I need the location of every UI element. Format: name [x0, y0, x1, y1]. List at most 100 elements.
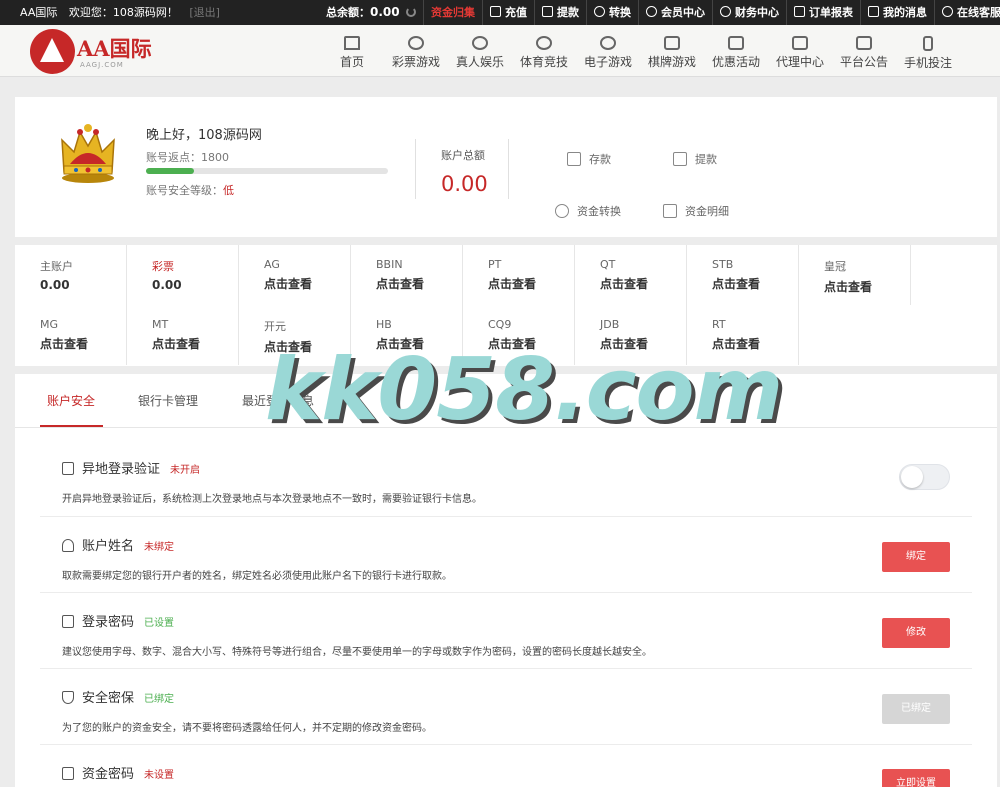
- security-item-title: 账户姓名 未绑定: [62, 535, 174, 554]
- user-icon: [62, 539, 74, 552]
- lock-icon: [62, 615, 74, 628]
- welcome-text: 欢迎您：108源码网！: [68, 6, 178, 19]
- nav-label: 彩票游戏: [391, 55, 440, 69]
- top-menu-finance[interactable]: 财务中心: [712, 0, 786, 25]
- change-password-button[interactable]: 修改: [882, 618, 950, 648]
- top-menu-transfer[interactable]: 转换: [586, 0, 638, 25]
- main-nav: 首页 彩票游戏 真人娱乐 体育竞技 电子游戏 棋牌游戏 优惠活动 代理中心 平台…: [320, 25, 960, 77]
- set-fund-password-button[interactable]: 立即设置: [882, 769, 950, 787]
- chat-icon: [942, 6, 953, 17]
- wallet-grid: 主账户 0.00 彩票 0.00 AG 点击查看 BBIN 点击查看 PT 点击查看 QT 点击查看 S…: [15, 245, 997, 366]
- remote-login-toggle[interactable]: [899, 464, 950, 490]
- wallet-cell[interactable]: 开元 点击查看: [239, 305, 351, 365]
- security-item-title: 异地登录验证 未开启: [62, 458, 200, 477]
- top-menu-support[interactable]: 在线客服: [934, 0, 1000, 25]
- top-menu-label: 会员中心: [661, 6, 705, 19]
- wallet-name: PT: [488, 258, 502, 271]
- action-label: 资金转换: [577, 205, 621, 218]
- nav-lottery[interactable]: 彩票游戏: [384, 25, 448, 77]
- security-item-desc: 为了您的账户的资金安全，请不要将密码透露给任何人，并不定期的修改资金密码。: [62, 723, 432, 734]
- wallet-value[interactable]: 点击查看: [376, 275, 462, 292]
- wallet-cell[interactable]: AG 点击查看: [239, 245, 351, 305]
- deposit-icon: [490, 6, 501, 17]
- wallet-cell[interactable]: STB 点击查看: [687, 245, 799, 305]
- wallet-cell[interactable]: PT 点击查看: [463, 245, 575, 305]
- balance-value: 0.00: [370, 5, 400, 19]
- top-menu-orders[interactable]: 订单报表: [786, 0, 860, 25]
- wallet-cell[interactable]: CQ9 点击查看: [463, 305, 575, 365]
- security-level-label: 账号安全等级：: [146, 184, 223, 197]
- wallet-cell[interactable]: QT 点击查看: [575, 245, 687, 305]
- top-menu: 资金归集 充值 提款 转换 会员中心 财务中心 订单报表 我的消息 在线客服: [423, 0, 1000, 25]
- top-menu-label: 转换: [609, 6, 631, 19]
- wallet-value[interactable]: 点击查看: [712, 275, 798, 292]
- nav-home[interactable]: 首页: [320, 25, 384, 77]
- nav-sports[interactable]: 体育竞技: [512, 25, 576, 77]
- tab-account-security[interactable]: 账户安全: [47, 392, 95, 409]
- wallet-cell[interactable]: HB 点击查看: [351, 305, 463, 365]
- top-menu-label: 在线客服: [957, 6, 1000, 19]
- wallet-name: MT: [152, 318, 169, 331]
- top-menu-member[interactable]: 会员中心: [638, 0, 712, 25]
- logo-text[interactable]: AA国际: [77, 33, 152, 63]
- wallet-value[interactable]: 点击查看: [264, 338, 350, 355]
- wallet-cell[interactable]: 主账户 0.00: [15, 245, 127, 305]
- wallet-value[interactable]: 点击查看: [488, 275, 574, 292]
- divider: [508, 139, 509, 199]
- wallet-value[interactable]: 点击查看: [40, 335, 126, 352]
- tab-bank-cards[interactable]: 银行卡管理: [138, 392, 198, 409]
- statement-action[interactable]: 资金明细: [663, 203, 729, 219]
- wallet-value[interactable]: 点击查看: [264, 275, 350, 292]
- status-badge: 已绑定: [144, 694, 175, 705]
- total-balance: 总余额：0.00: [326, 0, 416, 25]
- wallet-cell[interactable]: MG 点击查看: [15, 305, 127, 365]
- wallet-cell[interactable]: 彩票 0.00: [127, 245, 239, 305]
- logout-link[interactable]: [退出]: [189, 6, 220, 19]
- wallet-value[interactable]: 点击查看: [376, 335, 462, 352]
- wallet-cell[interactable]: RT 点击查看: [687, 305, 799, 365]
- nav-mobile[interactable]: 手机投注: [896, 25, 960, 77]
- top-menu-collect[interactable]: 资金归集: [423, 0, 482, 25]
- nav-agent[interactable]: 代理中心: [768, 25, 832, 77]
- nav-label: 棋牌游戏: [647, 55, 696, 69]
- nav-promotions[interactable]: 优惠活动: [704, 25, 768, 77]
- wallet-cell[interactable]: MT 点击查看: [127, 305, 239, 365]
- bind-name-button[interactable]: 绑定: [882, 542, 950, 572]
- wallet-value[interactable]: 点击查看: [600, 275, 686, 292]
- wallet-cell[interactable]: JDB 点击查看: [575, 305, 687, 365]
- top-menu-deposit[interactable]: 充值: [482, 0, 534, 25]
- nav-live[interactable]: 真人娱乐: [448, 25, 512, 77]
- security-question-bound-button: 已绑定: [882, 694, 950, 724]
- logo-icon[interactable]: [30, 29, 75, 74]
- tab-recent-logins[interactable]: 最近登录信息: [242, 392, 314, 409]
- wallet-icon: [542, 6, 553, 17]
- nav-announcements[interactable]: 平台公告: [832, 25, 896, 77]
- security-item-security-question: 安全密保 已绑定 为了您的账户的资金安全，请不要将密码透露给任何人，并不定期的修改…: [40, 669, 972, 745]
- wallet-cell[interactable]: BBIN 点击查看: [351, 245, 463, 305]
- refresh-icon[interactable]: [405, 7, 416, 17]
- wallet-value[interactable]: 点击查看: [488, 335, 574, 352]
- withdraw-action[interactable]: 提款: [673, 151, 717, 167]
- transfer-action[interactable]: 资金转换: [555, 203, 621, 219]
- wallet-value[interactable]: 点击查看: [152, 335, 238, 352]
- top-menu-messages[interactable]: 我的消息: [860, 0, 934, 25]
- nav-label: 真人娱乐: [455, 55, 504, 69]
- wallet-value[interactable]: 点击查看: [600, 335, 686, 352]
- nav-slots[interactable]: 电子游戏: [576, 25, 640, 77]
- wallet-value[interactable]: 点击查看: [712, 335, 798, 352]
- infinity-icon: [594, 6, 605, 17]
- report-icon: [794, 6, 805, 17]
- balance-label: 总余额：: [326, 6, 370, 19]
- security-item-label: 安全密保: [82, 691, 135, 706]
- top-menu-label: 财务中心: [735, 6, 779, 19]
- security-item-label: 资金密码: [82, 767, 135, 782]
- wallet-value: 0.00: [152, 278, 182, 292]
- nav-cards[interactable]: 棋牌游戏: [640, 25, 704, 77]
- deposit-action[interactable]: 存款: [567, 151, 611, 167]
- rebate: 账号返点：1800: [146, 151, 229, 164]
- greeting: 晚上好，108源码网: [146, 128, 262, 143]
- wallet-value[interactable]: 点击查看: [824, 278, 910, 295]
- wallet-cell[interactable]: 皇冠 点击查看: [799, 245, 911, 305]
- top-menu-withdraw[interactable]: 提款: [534, 0, 586, 25]
- wallet-name: STB: [712, 258, 734, 271]
